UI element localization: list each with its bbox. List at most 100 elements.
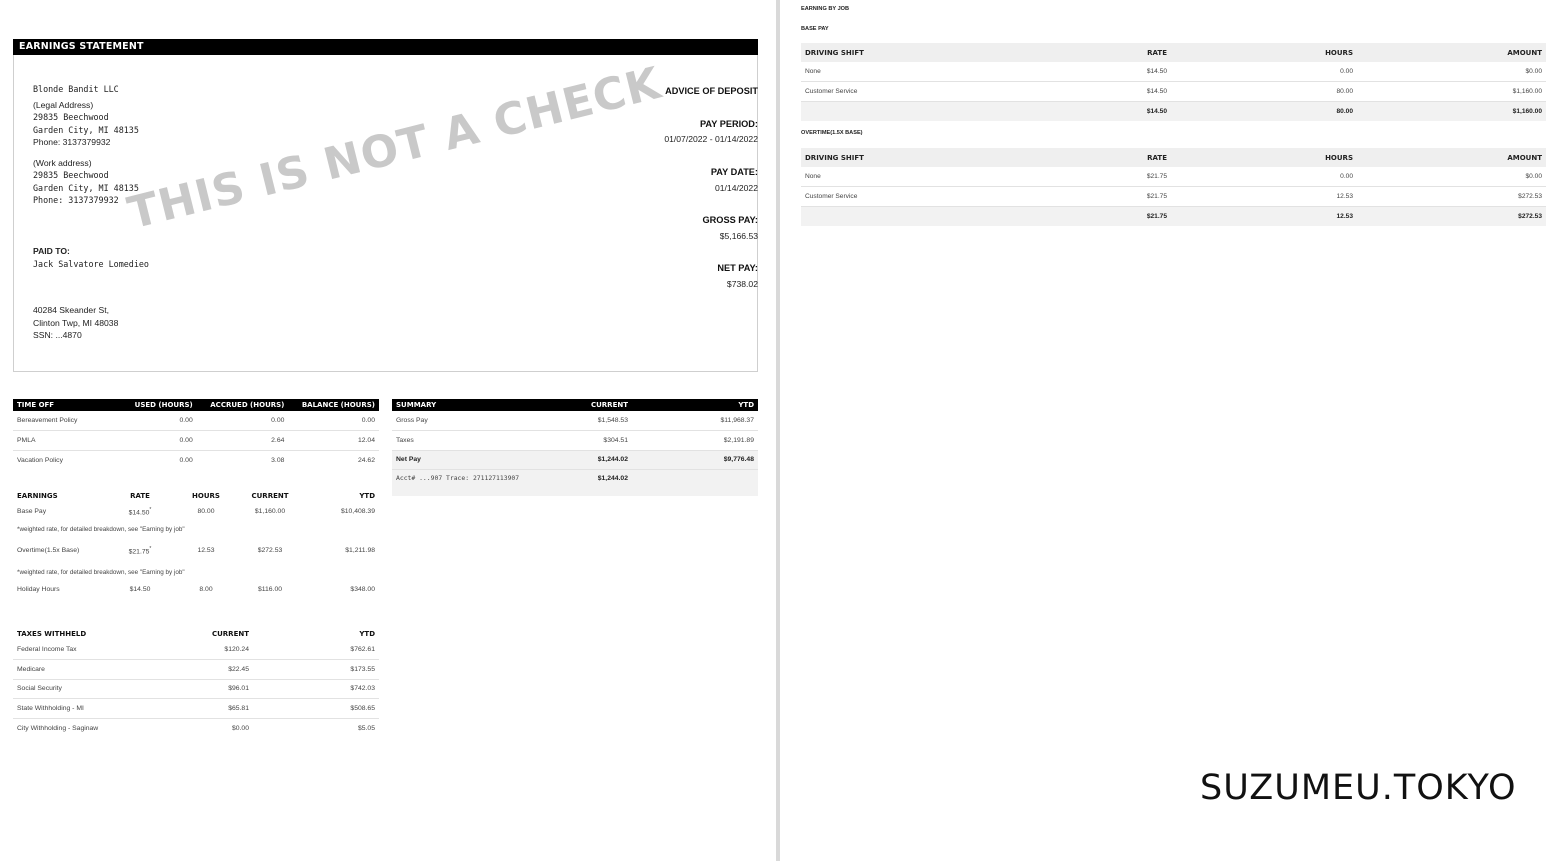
base-pay-job-table: DRIVING SHIFT RATE HOURS AMOUNT None $14… — [801, 43, 1546, 121]
table-cell: 12.53 — [1171, 206, 1357, 226]
column-header: AMOUNT — [1357, 43, 1546, 62]
table-header-row: TIME OFF USED (HOURS) ACCRUED (HOURS) BA… — [13, 399, 379, 411]
legal-address-label: (Legal Address) — [33, 99, 94, 110]
table-row: Medicare $22.45 $173.55 — [13, 659, 379, 680]
table-cell: $304.51 — [532, 430, 632, 451]
table-row: State Withholding - MI $65.81 $508.65 — [13, 698, 379, 719]
table-cell: State Withholding - MI — [13, 698, 153, 719]
table-cell: $21.75 — [1021, 167, 1171, 187]
table-header-row: TAXES WITHHELD CURRENT YTD — [13, 628, 379, 640]
table-cell: $1,244.02 — [532, 450, 632, 470]
table-cell: Base Pay — [17, 508, 47, 516]
page-divider — [776, 0, 780, 861]
asterisk: * — [149, 507, 152, 514]
table-row: Customer Service $14.50 80.00 $1,160.00 — [801, 81, 1546, 102]
column-header: DRIVING SHIFT — [801, 43, 1021, 62]
legal-street: 29835 Beechwood — [33, 112, 109, 122]
pay-date-block: PAY DATE: 01/14/2022 — [711, 167, 758, 193]
rate-value: $21.75 — [128, 548, 150, 556]
table-cell: PMLA — [13, 430, 123, 451]
table-cell: 0.00 — [288, 411, 379, 431]
column-header: TIME OFF — [13, 399, 123, 411]
company-address-block: Blonde Bandit LLC (Legal Address) 29835 … — [33, 83, 139, 207]
table-cell: $11,968.37 — [632, 411, 758, 431]
table-cell: $272.53 — [1357, 186, 1546, 207]
legal-city: Garden City, MI 48135 — [33, 124, 139, 135]
column-header: CURRENT — [237, 490, 303, 502]
table-cell: Medicare — [13, 659, 153, 680]
table-cell: 80.00 — [1171, 101, 1357, 121]
overtime-label: OVERTIME(1.5X BASE) — [801, 130, 863, 136]
table-cell: Customer Service — [801, 81, 1021, 102]
table-cell: 0.00 — [123, 430, 197, 451]
table-cell: $508.65 — [253, 698, 379, 719]
table-row: PMLA 0.00 2.64 12.04 — [13, 430, 379, 451]
net-pay-block: NET PAY: $738.02 — [717, 263, 758, 289]
table-cell: Federal Income Tax — [13, 640, 153, 660]
company-name: Blonde Bandit LLC — [33, 84, 119, 94]
table-cell: $0.00 — [1357, 167, 1546, 187]
employee-address-block: 40284 Skeander St, Clinton Twp, MI 48038… — [33, 304, 118, 342]
table-cell: None — [801, 167, 1021, 187]
table-cell — [801, 101, 1021, 121]
table-cell: $173.55 — [253, 659, 379, 680]
column-header: CURRENT — [153, 628, 253, 640]
pay-date-label: PAY DATE: — [710, 167, 758, 177]
employee-city: Clinton Twp, MI 48038 — [33, 317, 119, 328]
table-cell: $21.75 — [1021, 206, 1171, 226]
column-header: HOURS — [1171, 148, 1357, 167]
column-header: TAXES WITHHELD — [13, 628, 153, 640]
table-header-row: EARNINGS RATE HOURS CURRENT YTD — [13, 490, 379, 502]
table-cell: $65.81 — [153, 698, 253, 719]
table-cell: 12.04 — [288, 430, 379, 451]
table-total-row: $21.75 12.53 $272.53 — [801, 206, 1546, 226]
table-cell: $1,160.00 — [254, 508, 286, 516]
table-total-row: $14.50 80.00 $1,160.00 — [801, 101, 1546, 121]
advice-of-deposit: ADVICE OF DEPOSIT — [665, 86, 758, 96]
table-row: *weighted rate, for detailed breakdown, … — [13, 565, 379, 580]
paid-to-block: PAID TO: Jack Salvatore Lomedieo — [33, 245, 149, 270]
table-cell: Overtime(1.5x Base) — [17, 546, 80, 554]
table-cell: 2.64 — [196, 430, 289, 451]
table-cell: $348.00 — [350, 585, 375, 593]
employee-ssn: SSN: ...4870 — [33, 330, 82, 340]
pay-period-value: 01/07/2022 - 01/14/2022 — [664, 134, 758, 144]
table-row: Overtime(1.5x Base) $21.75* 12.53 $272.5… — [13, 537, 379, 565]
weighted-rate-note: *weighted rate, for detailed breakdown, … — [17, 525, 185, 533]
table-row: Base Pay $14.50* 80.00 $1,160.00 $10,408… — [13, 502, 379, 522]
table-cell: Holiday Hours — [17, 585, 60, 593]
table-row: None $14.50 0.00 $0.00 — [801, 62, 1546, 82]
table-cell: $1,548.53 — [532, 411, 632, 431]
asterisk: * — [149, 545, 152, 552]
employee-name: Jack Salvatore Lomedieo — [33, 258, 149, 269]
column-header: HOURS — [175, 490, 237, 502]
column-header: EARNINGS — [13, 490, 105, 502]
table-row: Customer Service $21.75 12.53 $272.53 — [801, 186, 1546, 207]
table-row: City Withholding - Saginaw $0.00 $5.05 — [13, 718, 379, 738]
employee-street: 40284 Skeander St, — [33, 305, 109, 315]
column-header: AMOUNT — [1357, 148, 1546, 167]
table-cell: $762.61 — [253, 640, 379, 660]
table-cell: $1,160.00 — [1357, 81, 1546, 102]
paid-to-label: PAID TO: — [33, 246, 70, 256]
table-cell: Social Security — [13, 679, 153, 699]
work-street: 29835 Beechwood — [33, 170, 109, 180]
table-cell: Customer Service — [801, 186, 1021, 207]
column-header: CURRENT — [532, 399, 632, 411]
column-header: ACCRUED (HOURS) — [196, 399, 289, 411]
table-cell: $10,408.39 — [340, 508, 375, 516]
table-cell: $14.50* — [105, 502, 175, 522]
table-cell: $116.00 — [257, 585, 283, 593]
work-phone: Phone: 3137379932 — [33, 195, 119, 205]
table-row: Net Pay $1,244.02 $9,776.48 — [392, 450, 758, 470]
table-cell: 0.00 — [179, 456, 193, 464]
column-header: SUMMARY — [392, 399, 532, 411]
table-cell: 24.62 — [357, 456, 375, 464]
column-header: USED (HOURS) — [123, 399, 197, 411]
table-cell: Net Pay — [392, 450, 532, 470]
pay-date-value: 01/14/2022 — [714, 183, 758, 193]
table-cell: Vacation Policy — [17, 456, 63, 464]
table-cell: 0.00 — [123, 411, 197, 431]
table-row: Acct# ...907 Trace: 271127113907 $1,244.… — [392, 469, 758, 496]
table-cell: $21.75 — [1021, 186, 1171, 207]
